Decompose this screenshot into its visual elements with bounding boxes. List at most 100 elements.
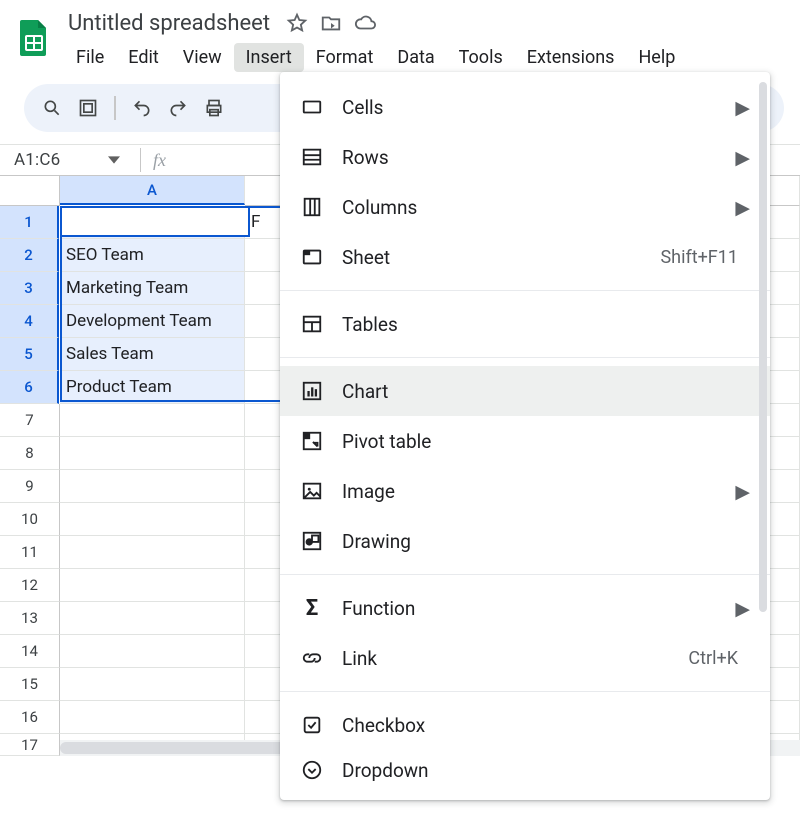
submenu-arrow-icon: ▶ (735, 96, 750, 119)
menu-label: Columns (342, 196, 717, 219)
row-header[interactable]: 8 (0, 437, 60, 470)
row-header[interactable]: 9 (0, 470, 60, 503)
row-header[interactable]: 1 (0, 206, 59, 239)
name-box-value: A1:C6 (14, 150, 60, 170)
insert-tables[interactable]: Tables (280, 299, 770, 349)
submenu-arrow-icon: ▶ (735, 597, 750, 620)
row-header[interactable]: 3 (0, 272, 59, 305)
cell[interactable]: Sales Team (60, 338, 245, 371)
pivot-table-icon (300, 429, 324, 453)
cell[interactable] (60, 569, 245, 602)
insert-columns[interactable]: Columns ▶ (280, 182, 770, 232)
title-bar: Untitled spreadsheet File Edit View Inse… (0, 0, 800, 74)
menu-label: Image (342, 480, 717, 503)
menu-separator (280, 574, 770, 575)
menu-file[interactable]: File (64, 43, 116, 72)
insert-sheet[interactable]: Sheet Shift+F11 (280, 232, 770, 282)
menu-edit[interactable]: Edit (116, 43, 170, 72)
menu-separator (280, 691, 770, 692)
cell[interactable] (60, 503, 245, 536)
table-view-icon[interactable] (78, 98, 98, 118)
row-header[interactable]: 5 (0, 338, 59, 371)
menu-bar: File Edit View Insert Format Data Tools … (64, 40, 792, 74)
insert-cells[interactable]: Cells ▶ (280, 82, 770, 132)
fx-icon: fx (153, 150, 166, 171)
submenu-arrow-icon: ▶ (735, 480, 750, 503)
menu-view[interactable]: View (171, 43, 234, 72)
cell[interactable] (60, 536, 245, 569)
row-header[interactable]: 7 (0, 404, 60, 437)
menu-shortcut: Ctrl+K (688, 648, 750, 669)
cell[interactable]: Development Team (60, 305, 245, 338)
print-icon[interactable] (204, 98, 224, 118)
menu-label: Tables (342, 313, 750, 336)
row-header[interactable]: 12 (0, 569, 60, 602)
insert-checkbox[interactable]: Checkbox (280, 700, 770, 750)
row-header[interactable]: 15 (0, 668, 60, 701)
menu-extensions[interactable]: Extensions (515, 43, 627, 72)
search-icon[interactable] (42, 98, 62, 118)
cell[interactable] (60, 470, 245, 503)
menu-label: Sheet (342, 246, 642, 269)
row-header[interactable]: 16 (0, 701, 60, 734)
function-icon: Σ (300, 596, 324, 620)
menu-format[interactable]: Format (304, 43, 386, 72)
insert-dropdown[interactable]: Dropdown (280, 750, 770, 790)
submenu-arrow-icon: ▶ (735, 146, 750, 169)
menu-separator (280, 290, 770, 291)
chart-icon (300, 379, 324, 403)
insert-drawing[interactable]: Drawing (280, 516, 770, 566)
cell[interactable] (60, 701, 245, 734)
toolbar-separator (114, 96, 116, 120)
menu-help[interactable]: Help (626, 43, 687, 72)
cell[interactable] (60, 668, 245, 701)
name-box[interactable]: A1:C6 (0, 145, 128, 175)
select-all-corner[interactable] (0, 176, 60, 206)
cell[interactable] (60, 437, 245, 470)
tables-icon (300, 312, 324, 336)
row-header[interactable]: 14 (0, 635, 60, 668)
menu-label: Drawing (342, 530, 750, 553)
star-icon[interactable] (286, 12, 308, 34)
menu-scrollbar[interactable] (759, 82, 767, 612)
insert-rows[interactable]: Rows ▶ (280, 132, 770, 182)
row-header[interactable]: 6 (0, 371, 59, 404)
menu-separator (280, 357, 770, 358)
column-header[interactable]: A (60, 176, 245, 205)
insert-image[interactable]: Image ▶ (280, 466, 770, 516)
row-header[interactable]: 10 (0, 503, 60, 536)
insert-chart[interactable]: Chart (280, 366, 770, 416)
cell[interactable] (60, 602, 245, 635)
cell[interactable] (60, 635, 245, 668)
document-title[interactable]: Untitled spreadsheet (64, 11, 274, 36)
menu-label: Link (342, 647, 670, 670)
cell[interactable]: SEO Team (60, 239, 245, 272)
sheets-logo[interactable] (8, 12, 60, 64)
row-header[interactable]: 11 (0, 536, 60, 569)
cell[interactable] (60, 206, 245, 239)
redo-icon[interactable] (168, 98, 188, 118)
insert-link[interactable]: Link Ctrl+K (280, 633, 770, 683)
insert-menu-panel: Cells ▶ Rows ▶ Columns ▶ Sheet Shift+F11… (280, 72, 770, 800)
row-header[interactable]: 2 (0, 239, 59, 272)
row-header[interactable]: 17 (0, 734, 60, 756)
menu-tools[interactable]: Tools (447, 43, 515, 72)
cloud-status-icon[interactable] (354, 12, 376, 34)
cell[interactable]: Product Team (60, 371, 245, 404)
drawing-icon (300, 529, 324, 553)
cell[interactable] (60, 404, 245, 437)
cell[interactable]: Marketing Team (60, 272, 245, 305)
submenu-arrow-icon: ▶ (735, 196, 750, 219)
sheets-icon (14, 18, 54, 58)
move-icon[interactable] (320, 12, 342, 34)
menu-label: Function (342, 597, 717, 620)
menu-data[interactable]: Data (385, 43, 446, 72)
image-icon (300, 479, 324, 503)
menu-label: Dropdown (342, 759, 750, 782)
row-header[interactable]: 4 (0, 305, 59, 338)
insert-pivot-table[interactable]: Pivot table (280, 416, 770, 466)
undo-icon[interactable] (132, 98, 152, 118)
menu-insert[interactable]: Insert (234, 43, 304, 72)
insert-function[interactable]: Σ Function ▶ (280, 583, 770, 633)
row-header[interactable]: 13 (0, 602, 60, 635)
